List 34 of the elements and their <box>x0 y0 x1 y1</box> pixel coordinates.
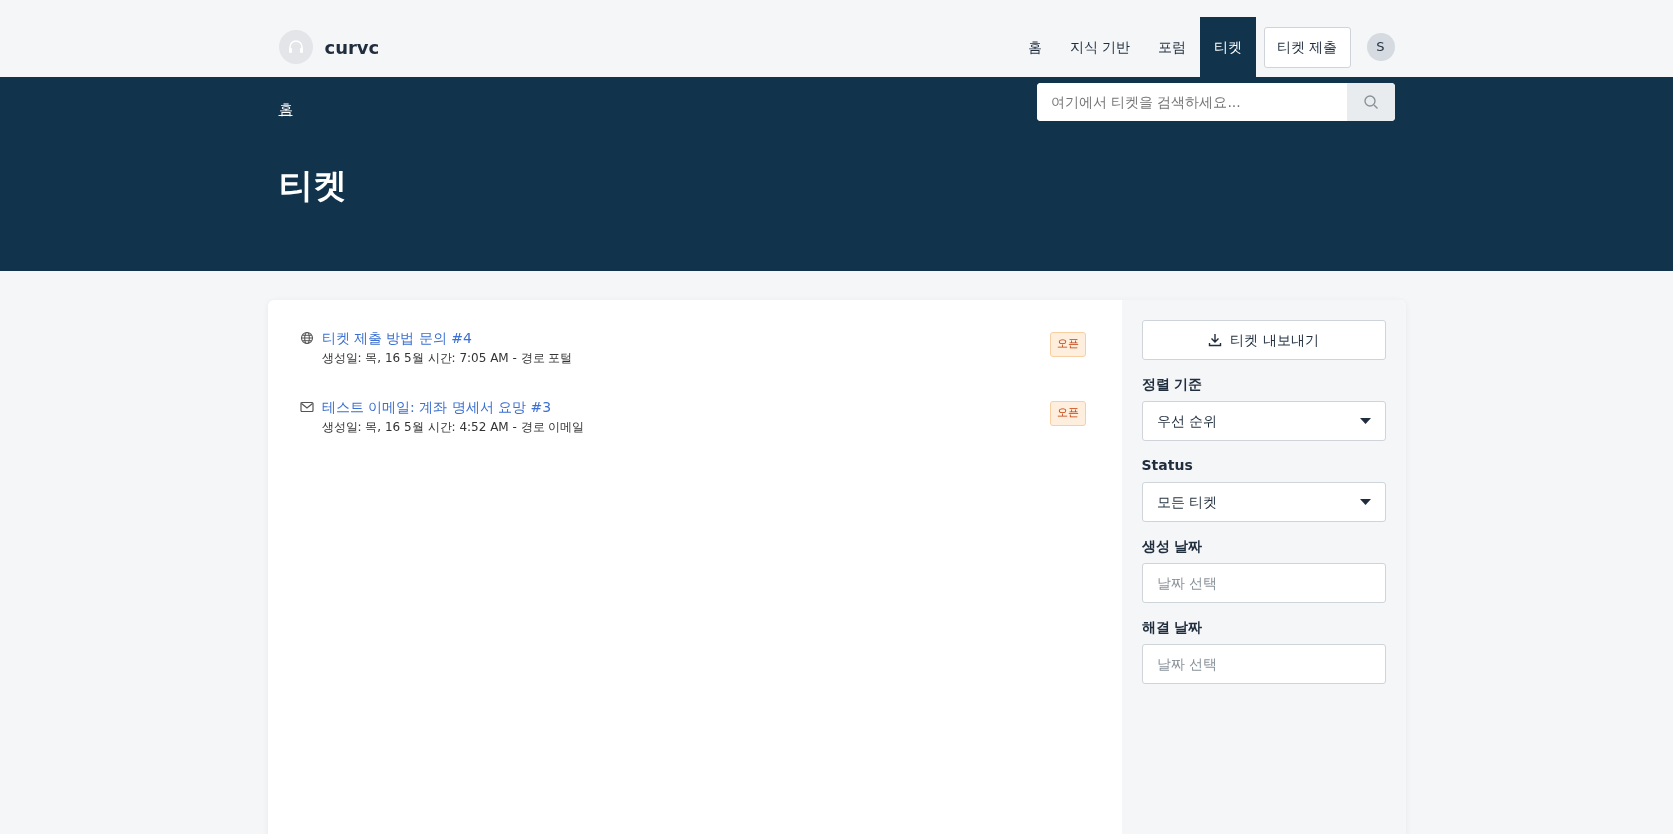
status-badge: 오픈 <box>1049 332 1086 357</box>
filter-label: Status <box>1141 456 1194 475</box>
select-value: 우선 순위 <box>1156 411 1217 431</box>
search-icon[interactable] <box>1346 83 1395 121</box>
submit-ticket-button[interactable]: 티켓 제출 <box>1264 26 1351 68</box>
nav-link[interactable]: 티켓 <box>1200 17 1257 77</box>
nav-link[interactable]: 홈 <box>1013 17 1056 77</box>
user-avatar[interactable]: S <box>1366 33 1395 61</box>
ticket-meta: 생성일: 목, 16 5월 시간: 4:52 AM - 경로 이메일 <box>321 419 585 436</box>
ticket-title-link[interactable]: 티켓 제출 방법 문의 #4 <box>321 330 472 346</box>
download-icon <box>1208 333 1223 347</box>
search-field[interactable]: 여기에서 티켓을 검색하세요... <box>1036 83 1395 121</box>
date-field[interactable]: 날짜 선택 <box>1141 644 1386 684</box>
caret-icon <box>1359 418 1371 424</box>
filter-label: 해결 날짜 <box>1141 618 1204 637</box>
filter-label: 정렬 기준 <box>1141 375 1204 394</box>
ticket-meta: 생성일: 목, 16 5월 시간: 7:05 AM - 경로 포털 <box>321 350 573 367</box>
breadcrumb-link[interactable]: 홈 <box>278 101 293 117</box>
brand-name[interactable]: curvc <box>324 33 380 61</box>
date-field[interactable]: 날짜 선택 <box>1141 563 1386 603</box>
nav-link[interactable]: 포럼 <box>1144 17 1201 77</box>
page-title: 티켓 <box>278 165 348 206</box>
select-field[interactable]: 우선 순위 <box>1141 401 1386 441</box>
export-button[interactable]: 티켓 내보내기 <box>1141 320 1386 360</box>
select-value: 모든 티켓 <box>1156 492 1217 512</box>
filter-label: 생성 날짜 <box>1141 537 1204 556</box>
select-field[interactable]: 모든 티켓 <box>1141 482 1386 522</box>
status-badge: 오픈 <box>1049 401 1086 426</box>
envelope-icon <box>299 400 314 414</box>
caret-icon <box>1359 499 1371 505</box>
nav-link[interactable]: 지식 기반 <box>1055 17 1145 77</box>
globe-icon <box>299 331 314 345</box>
headset-logo-icon <box>278 30 313 64</box>
ticket-title-link[interactable]: 테스트 이메일: 계좌 명세서 요망 #3 <box>321 399 552 415</box>
